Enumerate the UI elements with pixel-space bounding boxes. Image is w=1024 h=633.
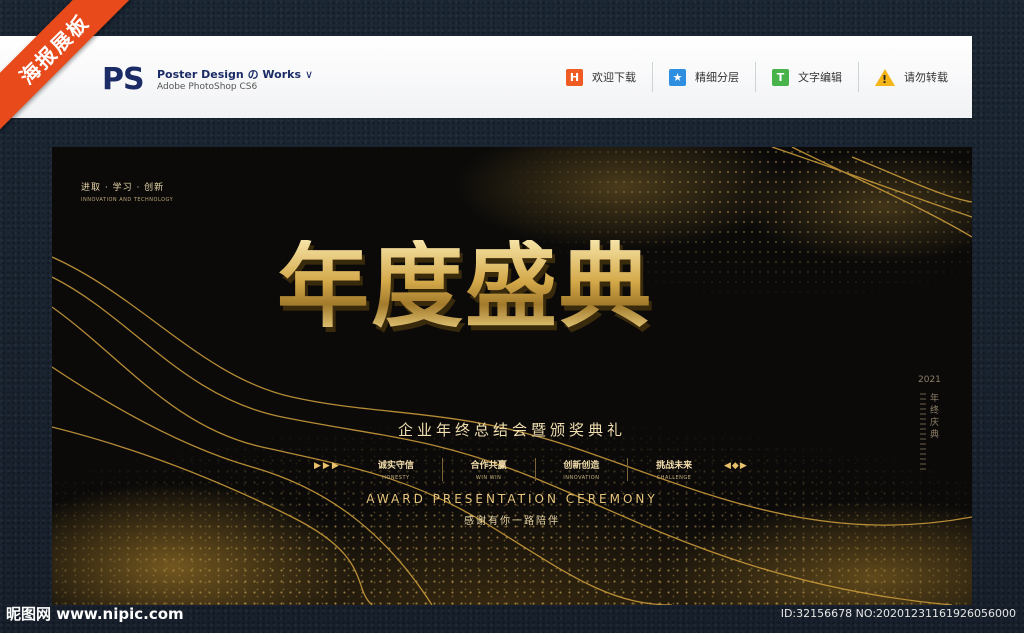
side-year: 2021 bbox=[918, 375, 941, 385]
value-innovation: 创新创造 INNOVATION bbox=[534, 458, 628, 481]
tool-layers[interactable]: ★ 精细分层 bbox=[653, 62, 755, 92]
gold-wave-lines bbox=[52, 147, 972, 605]
tool-no-repost-label: 请勿转载 bbox=[904, 71, 948, 84]
thanks-line: 感谢有你一路陪伴 bbox=[464, 516, 560, 527]
text-t-icon: T bbox=[772, 68, 789, 86]
software-label: Adobe PhotoShop CS6 bbox=[157, 82, 258, 92]
star-icon: ★ bbox=[669, 68, 686, 86]
tool-download[interactable]: H 欢迎下载 bbox=[550, 62, 652, 92]
download-h-icon: H bbox=[566, 68, 583, 86]
chevron-down-icon: ∨ bbox=[305, 68, 314, 81]
ceremony-en: AWARD PRESENTATION CEREMONY bbox=[366, 492, 658, 506]
site-watermark: 昵图网 www.nipic.com bbox=[6, 605, 184, 623]
slogan-block: 进取 · 学习 · 创新 INNOVATION AND TECHNOLOGY bbox=[81, 180, 173, 203]
tool-text-edit-label: 文字编辑 bbox=[798, 71, 842, 84]
arrow-left-icon: ▶▶▶ bbox=[314, 461, 341, 471]
design-title: Poster Design の Works ∨ bbox=[157, 66, 313, 82]
design-title-text: Poster Design の Works bbox=[157, 68, 301, 81]
value-honesty: 诚实守信 HONESTY bbox=[377, 461, 414, 481]
warning-icon: ! bbox=[875, 68, 895, 86]
poster-subtitle: 企业年终总结会暨颁奖典礼 bbox=[397, 421, 626, 439]
header-bar: PS Poster Design の Works ∨ Adobe PhotoSho… bbox=[0, 36, 972, 118]
tool-layers-label: 精细分层 bbox=[695, 71, 739, 84]
side-fine-print bbox=[920, 393, 926, 473]
value-challenge: 挑战未来 CHALLENGE bbox=[627, 458, 720, 481]
feature-toolbar: H 欢迎下载 ★ 精细分层 T 文字编辑 ! 请勿转载 bbox=[550, 62, 964, 92]
image-id: ID:32156678 NO:20201231161926056000 bbox=[780, 607, 1016, 620]
tool-download-label: 欢迎下载 bbox=[592, 71, 636, 84]
slogan-en: INNOVATION AND TECHNOLOGY bbox=[81, 197, 174, 203]
side-vertical-text: 年终庆典 bbox=[930, 394, 940, 440]
slogan-cn: 进取 · 学习 · 创新 bbox=[81, 183, 165, 193]
poster-main-title: 年度盛典 bbox=[277, 232, 654, 340]
ps-logo: PS bbox=[102, 62, 145, 97]
tool-no-repost[interactable]: ! 请勿转载 bbox=[859, 62, 964, 92]
value-win-win: 合作共赢 WIN WIN bbox=[441, 458, 535, 481]
poster-preview: 进取 · 学习 · 创新 INNOVATION AND TECHNOLOGY 年… bbox=[52, 147, 972, 605]
values-row: 诚实守信 HONESTY 合作共赢 WIN WIN 创新创造 INNOVATIO… bbox=[350, 458, 720, 481]
arrow-right-icon: ◀◆▶ bbox=[724, 461, 748, 471]
tool-text-edit[interactable]: T 文字编辑 bbox=[756, 62, 858, 92]
